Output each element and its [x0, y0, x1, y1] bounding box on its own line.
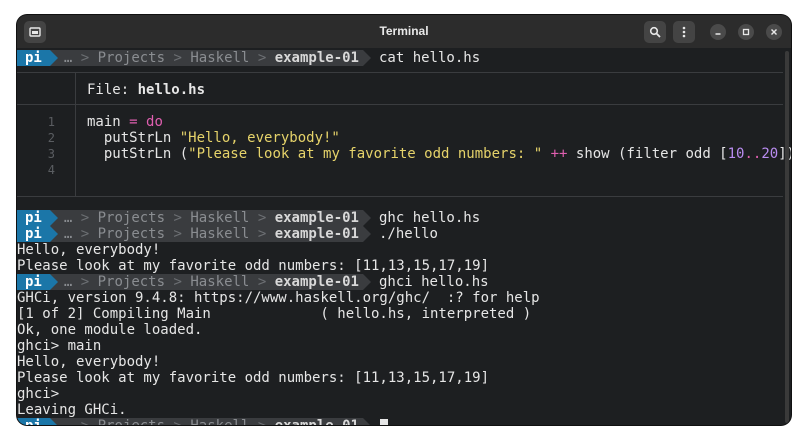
output-line: ghci> — [17, 386, 60, 402]
prompt-host: pi — [17, 50, 50, 66]
maximize-button[interactable] — [738, 24, 754, 40]
search-button[interactable] — [644, 21, 666, 43]
command-text: ghc hello.hs — [378, 210, 481, 226]
prompt-path: … > Projects > Haskell > example-01 — [57, 274, 363, 290]
close-button[interactable] — [766, 24, 782, 40]
bat-file-header: File: hello.hs — [87, 82, 206, 98]
menu-button[interactable] — [673, 21, 695, 43]
prompt-path: … > Projects > Haskell > example-01 — [57, 226, 363, 242]
shell-prompt: pi … > Projects > Haskell > example-01 — [17, 418, 388, 425]
maximize-icon — [742, 28, 750, 36]
prompt-host: pi — [17, 274, 50, 290]
close-icon — [771, 29, 777, 35]
output-line: Please look at my favorite odd numbers: … — [17, 258, 490, 274]
prompt-host: pi — [17, 210, 50, 226]
prompt-path: … > Projects > Haskell > example-01 — [57, 50, 363, 66]
kebab-menu-icon — [682, 26, 686, 38]
command-text: cat hello.hs — [378, 50, 481, 66]
prompt-host: pi — [17, 226, 50, 242]
title-bar: Terminal — [17, 15, 791, 48]
code-line: putStrLn ("Please look at my favorite od… — [87, 146, 791, 162]
output-line: Please look at my favorite odd numbers: … — [17, 370, 490, 386]
output-line: Hello, everybody! — [17, 354, 161, 370]
output-line: Hello, everybody! — [17, 242, 161, 258]
search-icon — [649, 26, 661, 38]
shell-prompt: pi … > Projects > Haskell > example-01 g… — [17, 210, 480, 226]
output-line: Ok, one module loaded. — [17, 322, 203, 338]
shell-prompt: pi … > Projects > Haskell > example-01 g… — [17, 274, 489, 290]
minimize-icon — [715, 33, 721, 35]
text-cursor — [379, 418, 388, 425]
shell-prompt: pi … > Projects > Haskell > example-01 c… — [17, 50, 480, 66]
line-number: 3 — [47, 147, 55, 161]
line-number: 1 — [47, 115, 55, 129]
minimize-button[interactable] — [710, 24, 726, 40]
scrollbar[interactable] — [785, 51, 789, 423]
prompt-path: … > Projects > Haskell > example-01 — [57, 418, 363, 425]
code-line: putStrLn "Hello, everybody!" — [87, 130, 340, 146]
prompt-host: pi — [17, 418, 50, 425]
terminal-window: Terminal pi … > Projects > Haskell > exa… — [17, 15, 791, 425]
command-text: ./hello — [378, 226, 438, 242]
shell-prompt: pi … > Projects > Haskell > example-01 .… — [17, 226, 438, 242]
line-number: 4 — [47, 163, 55, 177]
code-line: main = do — [87, 114, 163, 130]
terminal-output[interactable]: pi … > Projects > Haskell > example-01 c… — [17, 48, 791, 425]
output-line: [1 of 2] Compiling Main ( hello.hs, inte… — [17, 306, 532, 322]
prompt-path: … > Projects > Haskell > example-01 — [57, 210, 363, 226]
output-line: ghci> main — [17, 338, 102, 354]
line-number: 2 — [47, 131, 55, 145]
command-text: ghci hello.hs — [378, 274, 489, 290]
output-line: GHCi, version 9.4.8: https://www.haskell… — [17, 290, 540, 306]
output-line: Leaving GHCi. — [17, 402, 127, 418]
